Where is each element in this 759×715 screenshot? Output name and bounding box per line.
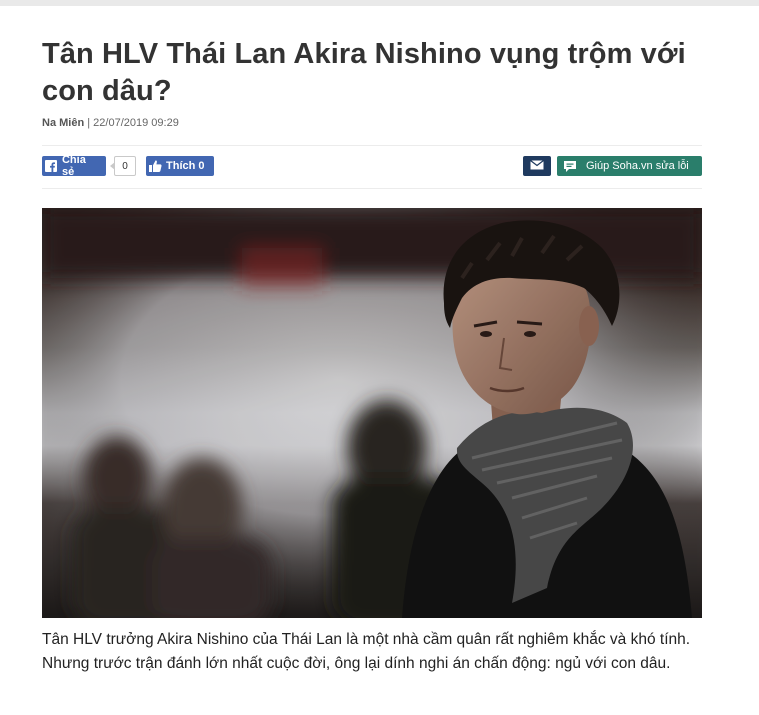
email-button[interactable] bbox=[523, 156, 551, 176]
facebook-like-button[interactable]: Thích 0 bbox=[146, 156, 214, 176]
article: Tân HLV Thái Lan Akira Nishino vụng trộm… bbox=[42, 36, 702, 672]
article-meta: Na Miên | 22/07/2019 09:29 bbox=[42, 117, 702, 129]
article-title: Tân HLV Thái Lan Akira Nishino vụng trộm… bbox=[42, 38, 686, 107]
share-label: Chia sẻ bbox=[61, 154, 86, 178]
share-toolbar: Chia sẻ 0 Thích 0 Giúp Soha.vn sửa lỗi bbox=[42, 145, 702, 189]
facebook-icon bbox=[45, 160, 58, 173]
publish-datetime: 22/07/2019 09:29 bbox=[93, 117, 179, 129]
facebook-share-button[interactable]: Chia sẻ bbox=[42, 154, 106, 178]
thumbs-up-icon bbox=[149, 160, 162, 173]
author-name[interactable]: Na Miên bbox=[42, 117, 84, 129]
article-photo bbox=[42, 208, 702, 618]
report-error-button[interactable]: Giúp Soha.vn sửa lỗi bbox=[557, 156, 702, 176]
report-label: Giúp Soha.vn sửa lỗi bbox=[586, 160, 689, 172]
share-count: 0 bbox=[110, 156, 136, 176]
chat-bubble-icon bbox=[563, 160, 577, 173]
photo-caption: Tân HLV trưởng Akira Nishino của Thái La… bbox=[42, 631, 691, 672]
meta-separator: | bbox=[87, 117, 91, 129]
like-label: Thích 0 bbox=[166, 160, 205, 172]
top-bar bbox=[0, 0, 759, 6]
mail-icon bbox=[530, 157, 544, 175]
